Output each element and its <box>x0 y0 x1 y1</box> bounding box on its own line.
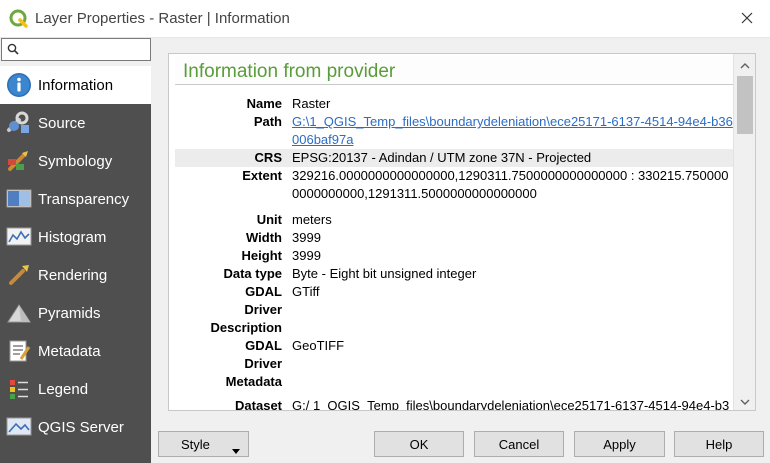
information-panel: Information from provider Name Raster Pa… <box>168 53 756 411</box>
info-icon <box>0 66 38 104</box>
sidebar-item-source[interactable]: Source <box>0 104 151 142</box>
info-table: Name Raster Path G:\1_QGIS_Temp_files\bo… <box>175 95 733 410</box>
sidebar-item-rendering[interactable]: Rendering <box>0 256 151 294</box>
close-icon <box>741 12 753 27</box>
qgis-logo-icon <box>9 9 29 29</box>
row-value: Raster <box>292 96 331 111</box>
table-row: GDAL Driver Description GTiff <box>175 283 733 337</box>
transparency-icon <box>0 180 38 218</box>
row-value: Byte - Eight bit unsigned integer <box>292 266 477 281</box>
ok-button[interactable]: OK <box>374 431 464 457</box>
sidebar-item-label: Rendering <box>38 266 108 284</box>
sidebar-item-qgis-server[interactable]: QGIS Server <box>0 408 151 446</box>
row-value: 3999 <box>292 230 321 245</box>
sidebar-item-label: Symbology <box>38 152 113 170</box>
row-key: Width <box>246 230 282 245</box>
table-row: Width 3999 <box>175 229 733 247</box>
table-row: Data type Byte - Eight bit unsigned inte… <box>175 265 733 283</box>
row-key: Path <box>253 114 282 129</box>
table-row: Name Raster <box>175 95 733 113</box>
help-button[interactable]: Help <box>674 431 764 457</box>
scroll-up-button[interactable] <box>734 54 756 74</box>
section-header: Information from provider <box>175 55 733 85</box>
sidebar-item-metadata[interactable]: Metadata <box>0 332 151 370</box>
sidebar-item-histogram[interactable]: Histogram <box>0 218 151 256</box>
rendering-brush-icon <box>0 256 38 294</box>
table-row: GDAL Driver Metadata GeoTIFF <box>175 337 733 391</box>
chevron-up-icon <box>740 57 750 72</box>
sidebar-item-label: QGIS Server <box>38 418 124 436</box>
sidebar-item-pyramids[interactable]: Pyramids <box>0 294 151 332</box>
sidebar-item-transparency[interactable]: Transparency <box>0 180 151 218</box>
table-row: Height 3999 <box>175 247 733 265</box>
table-row: Dataset Description G:/ 1_QGIS_Temp_file… <box>175 391 733 410</box>
row-value: EPSG:20137 - Adindan / UTM zone 37N - Pr… <box>292 149 733 167</box>
qgis-server-icon <box>0 408 38 446</box>
scroll-down-button[interactable] <box>734 390 756 410</box>
sidebar-item-label: Transparency <box>38 190 130 208</box>
table-row: CRS EPSG:20137 - Adindan / UTM zone 37N … <box>175 149 733 167</box>
search-input[interactable] <box>1 38 151 61</box>
style-label: Style <box>181 437 210 452</box>
chevron-down-icon <box>740 393 750 408</box>
metadata-icon <box>0 332 38 370</box>
table-row: Path G:\1_QGIS_Temp_files\boundarydeleni… <box>175 113 733 149</box>
scroll-thumb[interactable] <box>737 76 753 134</box>
row-value: 329216.0000000000000000,1290311.75000000… <box>292 168 729 201</box>
cancel-button[interactable]: Cancel <box>474 431 564 457</box>
table-row: Extent 329216.0000000000000000,1290311.7… <box>175 167 733 211</box>
close-button[interactable] <box>724 0 770 38</box>
row-value: meters <box>292 212 332 227</box>
row-value: GeoTIFF <box>292 338 345 353</box>
title-bar: Layer Properties - Raster | Information <box>0 0 770 38</box>
chevron-down-icon <box>232 442 240 457</box>
window-title: Layer Properties - Raster | Information <box>35 10 290 27</box>
row-value: G:/ 1_QGIS_Temp_files\boundarydeleniatio… <box>292 398 730 410</box>
symbology-brush-icon <box>0 142 38 180</box>
pyramids-icon <box>0 294 38 332</box>
row-value: GTiff <box>292 284 320 299</box>
sidebar: Information Source Symbology Transparenc… <box>0 66 151 463</box>
path-link[interactable]: G:\1_QGIS_Temp_files\boundarydeleniation… <box>292 114 733 147</box>
sidebar-item-information[interactable]: Information <box>0 66 151 104</box>
sidebar-item-label: Metadata <box>38 342 101 360</box>
sidebar-item-symbology[interactable]: Symbology <box>0 142 151 180</box>
section-title: Information from provider <box>183 61 396 82</box>
sidebar-item-label: Information <box>38 76 114 94</box>
row-key: Name <box>246 96 282 111</box>
sidebar-item-label: Source <box>38 114 86 132</box>
search-icon <box>7 43 19 58</box>
histogram-icon <box>0 218 38 256</box>
sidebar-item-label: Legend <box>38 380 89 398</box>
vertical-scrollbar[interactable] <box>733 54 755 410</box>
sidebar-item-label: Histogram <box>38 228 107 246</box>
row-value: 3999 <box>292 248 321 263</box>
row-key: Height <box>241 248 282 263</box>
style-dropdown-button[interactable]: Style <box>158 431 249 457</box>
legend-icon <box>0 370 38 408</box>
row-key: GDAL Driver Metadata <box>225 338 282 389</box>
row-key: CRS <box>175 149 292 167</box>
apply-button[interactable]: Apply <box>574 431 665 457</box>
source-wrench-icon <box>0 104 38 142</box>
row-key: GDAL Driver Description <box>210 284 282 335</box>
row-key: Extent <box>242 168 282 183</box>
row-key: Data type <box>223 266 282 281</box>
table-row: Unit meters <box>175 211 733 229</box>
information-content: Information from provider Name Raster Pa… <box>175 54 733 410</box>
sidebar-item-legend[interactable]: Legend <box>0 370 151 408</box>
row-key: Dataset Description <box>235 398 282 410</box>
row-key: Unit <box>256 212 282 227</box>
sidebar-item-label: Pyramids <box>38 304 101 322</box>
